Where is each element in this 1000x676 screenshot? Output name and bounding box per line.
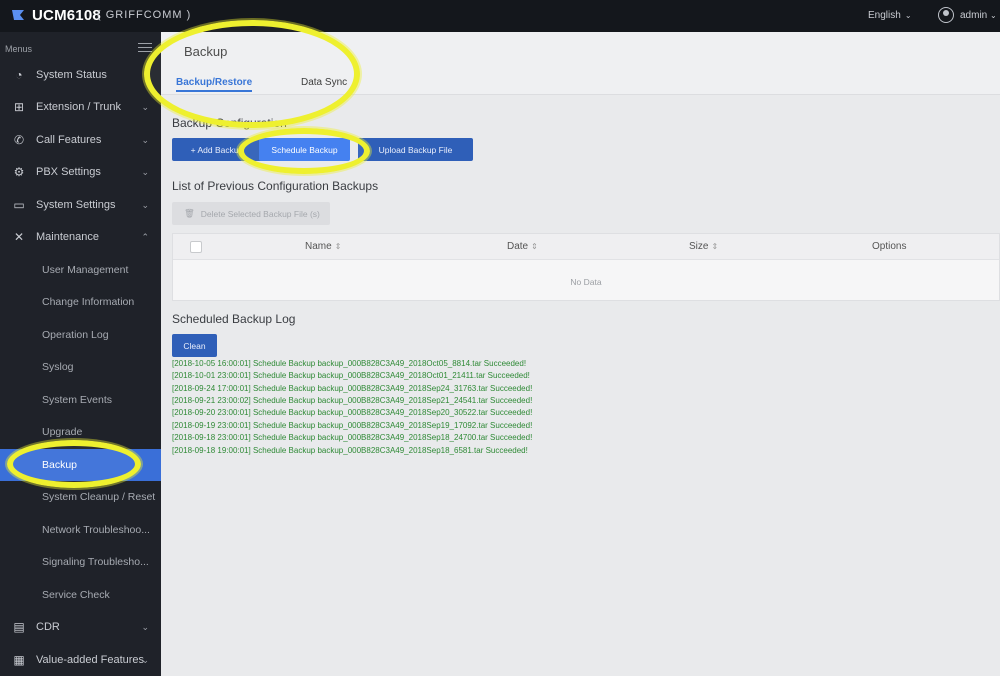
sidebar-item-value-added-features[interactable]: ▦ Value-added Features ⌄ xyxy=(0,644,161,676)
chevron-down-icon: ⌄ xyxy=(141,654,149,665)
delete-selected-label: Delete Selected Backup File (s) xyxy=(200,208,320,219)
sidebar-item-label: Extension / Trunk xyxy=(36,101,121,113)
sidebar-item-extension-trunk[interactable]: ⊞ Extension / Trunk ⌄ xyxy=(0,91,161,123)
wrench-icon: ✕ xyxy=(13,230,25,244)
select-all-checkbox[interactable] xyxy=(190,241,202,253)
chevron-down-icon: ⌄ xyxy=(141,134,149,145)
sidebar-item-system-status[interactable]: ◔ System Status xyxy=(0,59,161,91)
language-label: English xyxy=(868,10,901,21)
sidebar-subitem-user-management[interactable]: User Management xyxy=(0,254,161,286)
chevron-down-icon: ⌄ xyxy=(990,11,997,20)
sidebar-item-label: CDR xyxy=(36,621,60,633)
sidebar-subitem-change-information[interactable]: Change Information xyxy=(0,286,161,318)
chevron-up-icon: ⌃ xyxy=(141,231,149,242)
highlight-ring-backup-menu xyxy=(7,440,141,488)
log-line: [2018-10-05 16:00:01] Schedule Backup ba… xyxy=(172,359,527,368)
sidebar-item-label: Value-added Features xyxy=(36,654,145,666)
logo-icon xyxy=(12,10,24,20)
chevron-down-icon: ⌄ xyxy=(141,199,149,210)
user-avatar-icon[interactable] xyxy=(938,7,954,23)
sidebar-item-label: System Settings xyxy=(36,199,116,211)
sidebar: Menus ◔ System Status ⊞ Extension / Trun… xyxy=(0,32,161,676)
highlight-ring-header xyxy=(144,20,360,128)
sidebar-subitem-syslog[interactable]: Syslog xyxy=(0,351,161,383)
column-header-date[interactable]: Date ⇕ xyxy=(507,241,538,252)
delete-selected-button: 🗑 Delete Selected Backup File (s) xyxy=(172,202,330,225)
log-line: [2018-09-18 23:00:01] Schedule Backup ba… xyxy=(172,433,533,442)
sidebar-subitem-signaling-troubleshooting[interactable]: Signaling Troublesho... xyxy=(0,546,161,578)
log-line: [2018-09-21 23:00:02] Schedule Backup ba… xyxy=(172,396,533,405)
brand-title: UCM6108 xyxy=(32,7,101,24)
sidebar-item-call-features[interactable]: ✆ Call Features ⌄ xyxy=(0,124,161,156)
document-icon: ▤ xyxy=(13,620,25,634)
sidebar-item-label: PBX Settings xyxy=(36,166,101,178)
log-line: [2018-09-19 23:00:01] Schedule Backup ba… xyxy=(172,421,533,430)
gauge-icon: ◔ xyxy=(15,68,23,82)
brand-subtitle: ( GRIFFCOMM ) xyxy=(97,9,192,21)
grid-icon: ▦ xyxy=(13,653,25,667)
language-selector[interactable]: English ⌄ xyxy=(868,10,912,21)
trash-icon: 🗑 xyxy=(184,208,195,218)
menus-header: Menus xyxy=(5,44,33,54)
previous-backups-title: List of Previous Configuration Backups xyxy=(172,179,379,193)
column-header-options: Options xyxy=(872,241,907,252)
table-header: Name ⇕ Date ⇕ Size ⇕ Options xyxy=(173,234,999,260)
user-name: admin xyxy=(960,10,988,21)
chevron-down-icon: ⌄ xyxy=(904,11,912,20)
sitemap-icon: ⊞ xyxy=(13,100,25,114)
scheduled-backup-log-title: Scheduled Backup Log xyxy=(172,312,296,326)
column-label: Date xyxy=(507,241,529,252)
column-header-name[interactable]: Name ⇕ xyxy=(305,241,341,252)
sidebar-subitem-service-check[interactable]: Service Check xyxy=(0,579,161,611)
chevron-down-icon: ⌄ xyxy=(141,101,149,112)
log-line: [2018-09-20 23:00:01] Schedule Backup ba… xyxy=(172,408,533,417)
chevron-down-icon: ⌄ xyxy=(141,621,149,632)
sidebar-subitem-network-troubleshooting[interactable]: Network Troubleshoo... xyxy=(0,514,161,546)
phone-icon: ✆ xyxy=(13,133,25,147)
menu-collapse-icon[interactable] xyxy=(138,43,152,53)
sidebar-item-system-settings[interactable]: ▭ System Settings ⌄ xyxy=(0,189,161,221)
sort-icon: ⇕ xyxy=(334,242,342,251)
sidebar-item-label: Maintenance xyxy=(36,231,99,243)
sort-icon: ⇕ xyxy=(531,242,538,251)
backups-table: Name ⇕ Date ⇕ Size ⇕ Options No Data xyxy=(172,233,1000,301)
upload-backup-file-button[interactable]: Upload Backup File xyxy=(358,138,473,161)
sidebar-item-pbx-settings[interactable]: ⚙ PBX Settings ⌄ xyxy=(0,156,161,188)
gear-icon: ⚙ xyxy=(13,165,25,179)
column-header-size[interactable]: Size ⇕ xyxy=(689,241,718,252)
sort-icon: ⇕ xyxy=(711,242,719,251)
clean-button[interactable]: Clean xyxy=(172,334,217,357)
sidebar-item-label: Call Features xyxy=(36,134,102,146)
monitor-gear-icon: ▭ xyxy=(13,198,25,212)
empty-state: No Data xyxy=(570,277,602,287)
chevron-down-icon: ⌄ xyxy=(141,166,149,177)
column-label: Size xyxy=(689,241,709,252)
highlight-ring-schedule-backup xyxy=(238,128,370,174)
log-line: [2018-09-24 17:00:01] Schedule Backup ba… xyxy=(172,384,533,393)
column-label: Name xyxy=(305,241,332,252)
sidebar-item-maintenance[interactable]: ✕ Maintenance ⌃ xyxy=(0,221,161,253)
log-line: [2018-10-01 23:00:01] Schedule Backup ba… xyxy=(172,371,530,380)
log-line: [2018-09-18 19:00:01] Schedule Backup ba… xyxy=(172,446,528,455)
sidebar-subitem-operation-log[interactable]: Operation Log xyxy=(0,319,161,351)
user-menu[interactable]: admin ⌄ xyxy=(960,10,997,21)
sidebar-subitem-system-events[interactable]: System Events xyxy=(0,384,161,416)
top-bar: UCM6108 ( GRIFFCOMM ) English ⌄ admin ⌄ xyxy=(0,0,1000,32)
sidebar-item-cdr[interactable]: ▤ CDR ⌄ xyxy=(0,611,161,643)
sidebar-item-label: System Status xyxy=(36,69,107,81)
